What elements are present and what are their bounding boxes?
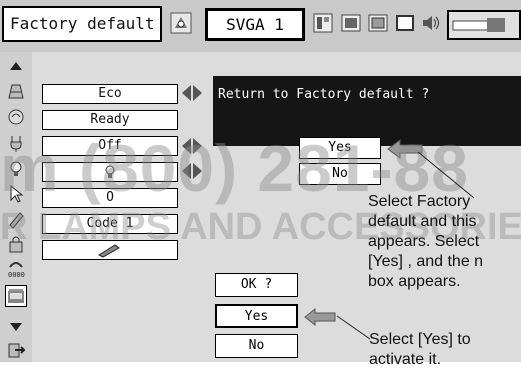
- callout-line: [336, 315, 371, 340]
- screen-icon[interactable]: [367, 11, 389, 35]
- menu-item-power-management[interactable]: Ready: [42, 110, 178, 130]
- settings-bar-icon[interactable]: [447, 10, 521, 40]
- down-arrow-icon[interactable]: [5, 316, 27, 338]
- svg-text:0000: 0000: [8, 271, 25, 279]
- window-icon[interactable]: [394, 11, 416, 35]
- instruction-note-2: Select [Yes] to activate it.: [369, 331, 471, 368]
- sound-icon[interactable]: [420, 11, 442, 35]
- image-icon[interactable]: [340, 11, 362, 35]
- confirm-yes-button[interactable]: Yes: [215, 304, 298, 328]
- exit-icon[interactable]: [5, 338, 27, 360]
- dialog-question: Return to Factory default ?: [218, 87, 430, 102]
- mode-icon[interactable]: [312, 11, 334, 35]
- instruction-note: Select Factory default and this appears.…: [368, 193, 484, 290]
- up-arrow-icon[interactable]: [5, 55, 27, 77]
- menu-item-lamp-mode[interactable]: Eco: [42, 84, 178, 104]
- confirm-question: OK ?: [215, 273, 298, 297]
- factory-default-icon[interactable]: [5, 285, 27, 307]
- confirm-no-button[interactable]: No: [215, 334, 298, 358]
- display-mode-label: SVGA 1: [205, 8, 305, 41]
- lamp-icon[interactable]: [5, 106, 27, 128]
- source-icon[interactable]: [170, 11, 192, 35]
- adjust-arrows-icon[interactable]: [181, 84, 203, 102]
- arrow-left-icon: [304, 307, 336, 327]
- counter-icon[interactable]: 0000: [5, 258, 27, 280]
- keystone-icon[interactable]: [5, 80, 27, 102]
- menu-title: Factory default: [2, 6, 162, 42]
